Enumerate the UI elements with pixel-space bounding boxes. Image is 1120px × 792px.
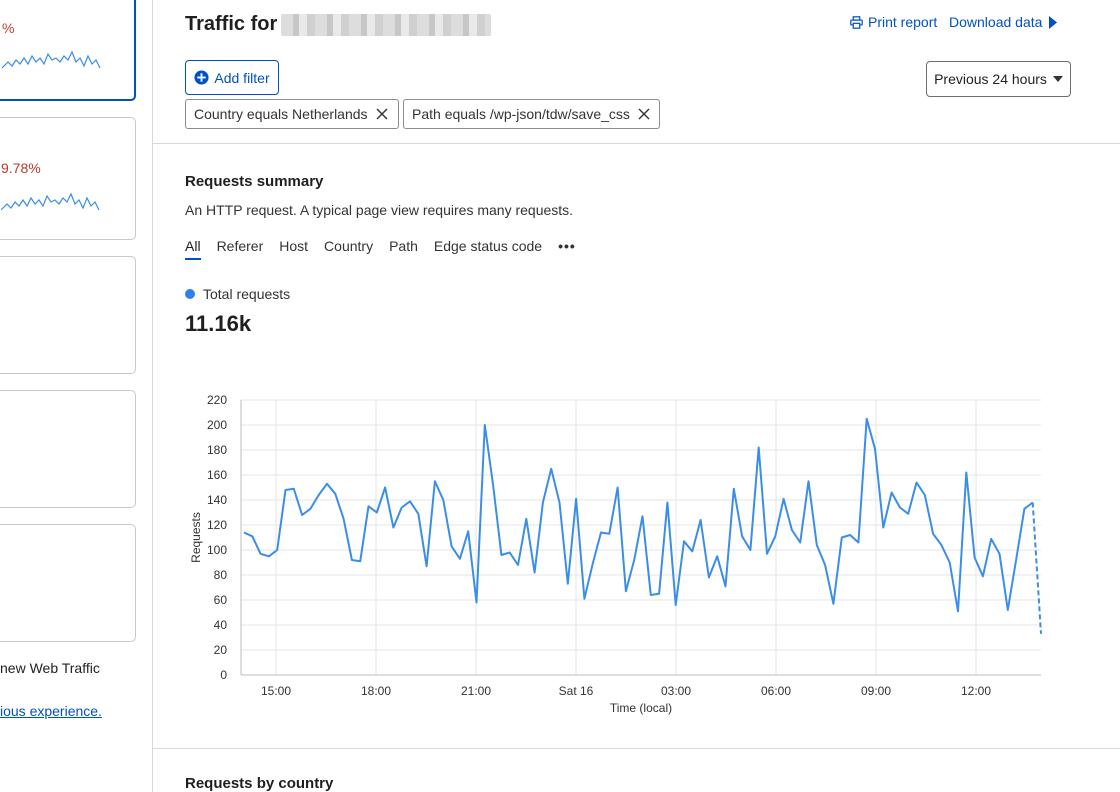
y-tick-label: 20	[214, 643, 228, 657]
x-tick-label: Sat 16	[559, 684, 594, 698]
tab-all[interactable]: All	[185, 238, 201, 260]
y-tick-label: 40	[214, 618, 228, 632]
tab-edge-status-code[interactable]: Edge status code	[434, 238, 542, 260]
tab-referer[interactable]: Referer	[217, 238, 264, 260]
more-tabs-icon[interactable]: •••	[558, 238, 576, 260]
metric-card-requests[interactable]: %	[0, 0, 136, 101]
tab-path[interactable]: Path	[389, 238, 418, 260]
page-title: Traffic for	[185, 13, 278, 35]
caret-right-icon	[1049, 15, 1058, 29]
x-tick-label: 18:00	[361, 684, 391, 698]
x-tick-label: 03:00	[661, 684, 691, 698]
print-report-label: Print report	[868, 14, 938, 30]
close-icon[interactable]	[638, 108, 650, 120]
y-tick-label: 80	[214, 568, 228, 582]
x-tick-label: 12:00	[961, 684, 991, 698]
metric-card-page-views[interactable]: 9.78%	[0, 117, 136, 240]
tab-country[interactable]: Country	[324, 238, 373, 260]
requests-by-country-title: Requests by country	[185, 775, 334, 792]
y-tick-label: 120	[207, 518, 227, 532]
metric-card-3[interactable]	[0, 256, 136, 374]
filter-chip-country: Country equals Netherlands	[185, 99, 399, 129]
filter-chip-label: Country equals Netherlands	[194, 106, 368, 122]
plus-circle-icon	[194, 70, 209, 85]
y-axis-label: Requests	[189, 512, 203, 563]
add-filter-button[interactable]: Add filter	[185, 60, 279, 95]
main-content: Traffic for Print report Download data A…	[153, 0, 1120, 792]
requests-line-chart[interactable]: 0 20 40 60 80 100 120 140 160 180 200 220 15:00 18:00…	[153, 380, 1120, 725]
x-axis-label: Time (local)	[610, 701, 672, 715]
y-tick-label: 180	[207, 443, 227, 457]
y-tick-label: 200	[207, 418, 227, 432]
print-report-link[interactable]: Print report	[850, 14, 937, 30]
metric-card-5[interactable]	[0, 524, 136, 642]
requests-summary-title: Requests summary	[185, 173, 324, 190]
y-tick-label: 0	[220, 668, 227, 682]
download-data-link[interactable]: Download data	[949, 14, 1058, 30]
x-tick-label: 21:00	[461, 684, 491, 698]
y-tick-label: 220	[207, 393, 227, 407]
x-tick-label: 06:00	[761, 684, 791, 698]
add-filter-label: Add filter	[214, 69, 270, 86]
time-range-select[interactable]: Previous 24 hours	[926, 61, 1071, 97]
metric-sparkline	[1, 192, 100, 211]
metric-card-change: %	[2, 20, 15, 36]
previous-experience-link[interactable]: ious experience.	[0, 703, 102, 719]
y-tick-label: 100	[207, 543, 227, 557]
y-tick-label: 140	[207, 493, 227, 507]
requests-summary-description: An HTTP request. A typical page view req…	[185, 202, 574, 218]
summary-tabs: All Referer Host Country Path Edge statu…	[185, 238, 592, 260]
caret-down-icon	[1052, 76, 1063, 82]
metric-sparkline	[2, 50, 101, 69]
legend-label: Total requests	[203, 286, 291, 302]
filter-chip-path: Path equals /wp-json/tdw/save_css	[403, 99, 660, 129]
redacted-domain	[281, 14, 491, 36]
y-tick-label: 60	[214, 593, 228, 607]
series-line-incomplete-segment	[1031, 502, 1042, 634]
close-icon[interactable]	[376, 108, 388, 120]
y-tick-label: 160	[207, 468, 227, 482]
time-range-value: Previous 24 hours	[934, 71, 1047, 87]
metric-card-4[interactable]	[0, 390, 136, 508]
filter-chip-label: Path equals /wp-json/tdw/save_css	[412, 106, 630, 122]
section-divider	[153, 143, 1120, 144]
legend-dot-icon	[185, 289, 195, 299]
left-note-text: new Web Traffic	[0, 660, 100, 676]
download-data-label: Download data	[949, 14, 1043, 30]
total-requests-value: 11.16k	[185, 311, 252, 336]
section-divider	[153, 748, 1120, 749]
tab-host[interactable]: Host	[279, 238, 308, 260]
x-tick-label: 09:00	[861, 684, 891, 698]
chart-legend[interactable]: Total requests	[185, 286, 290, 302]
metric-card-change: 9.78%	[1, 160, 41, 176]
left-sidebar-panel: % 9.78% new Web Traffic ious experience.	[0, 0, 152, 792]
x-tick-label: 15:00	[261, 684, 291, 698]
printer-icon	[850, 15, 863, 29]
series-line-total-requests	[243, 417, 1034, 613]
